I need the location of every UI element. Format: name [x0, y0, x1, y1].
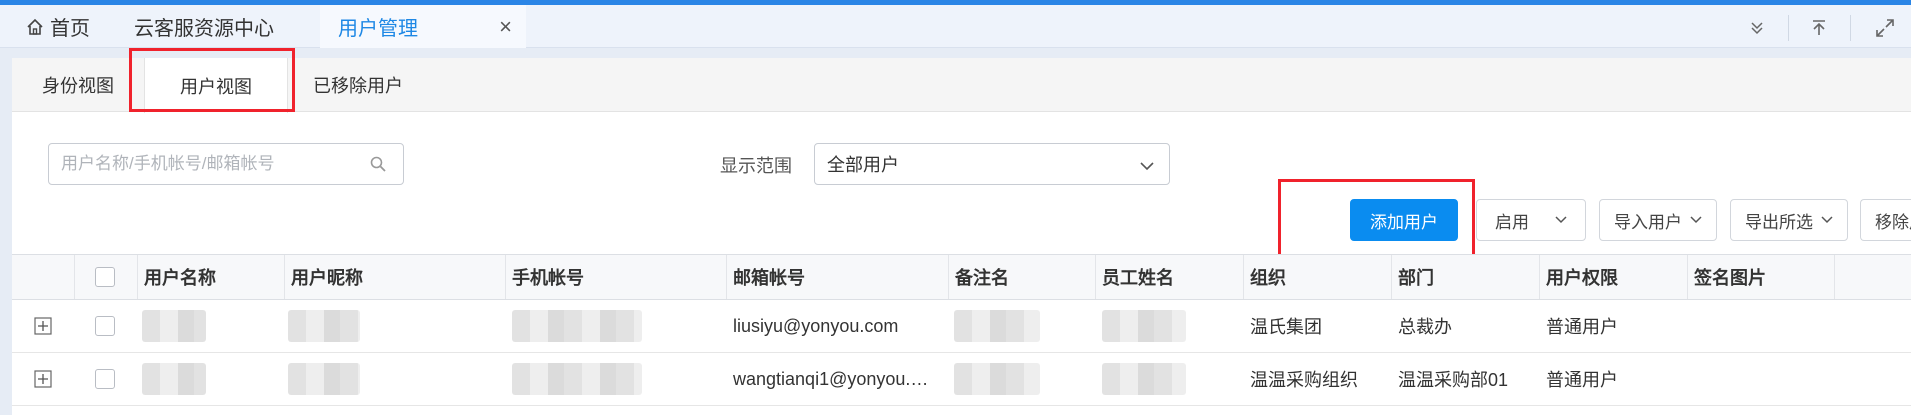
tab-user-view[interactable]: 用户视图 — [144, 58, 288, 113]
column-header-phone[interactable]: 手机帐号 — [506, 255, 727, 299]
redacted-phone — [512, 363, 642, 395]
expand-column-header — [12, 255, 75, 299]
select-all-checkbox[interactable] — [95, 267, 115, 287]
permission-cell: 普通用户 — [1546, 317, 1618, 337]
display-scope-label: 显示范围 — [720, 156, 792, 176]
chevron-down-icon — [1555, 216, 1567, 224]
chevron-double-down-icon[interactable] — [1744, 15, 1770, 41]
select-all-cell — [75, 255, 138, 299]
display-scope-select[interactable]: 全部用户 — [814, 143, 1170, 185]
content-panel: 身份视图 用户视图 已移除用户 显示范围 全部用户 添加用户 启用 导入用户 导… — [12, 48, 1911, 415]
organization-cell: 温氏集团 — [1250, 317, 1322, 337]
fullscreen-icon[interactable] — [1872, 15, 1898, 41]
column-header-organization[interactable]: 组织 — [1244, 255, 1392, 299]
row-checkbox-cell — [75, 353, 138, 405]
tab-home[interactable]: 首页 — [26, 5, 90, 48]
view-tabs: 身份视图 用户视图 已移除用户 — [12, 58, 1911, 113]
expand-cell — [12, 300, 75, 352]
row-checkbox[interactable] — [95, 369, 115, 389]
tab-user-management-label: 用户管理 — [338, 18, 418, 40]
import-users-label: 导入用户 — [1614, 212, 1682, 232]
redacted-nickname — [288, 310, 360, 342]
display-scope-value: 全部用户 — [827, 155, 899, 175]
column-header-remark[interactable]: 备注名 — [949, 255, 1096, 299]
email-cell: liusiyu@yonyou.com — [733, 315, 899, 336]
remove-users-label: 移除用户 — [1875, 212, 1911, 232]
email-cell: wangtianqi1@yonyou.… — [733, 368, 929, 389]
redacted-phone — [512, 310, 642, 342]
column-header-signature[interactable]: 签名图片 — [1688, 255, 1835, 299]
row-checkbox-cell — [75, 300, 138, 352]
home-icon — [27, 18, 43, 35]
search-box — [48, 143, 404, 185]
tab-resource-center-label: 云客服资源中心 — [134, 18, 274, 40]
enable-dropdown-button[interactable]: 启用 — [1476, 199, 1586, 241]
export-selected-label: 导出所选 — [1745, 212, 1813, 232]
chevron-down-icon — [1139, 157, 1155, 178]
enable-label: 启用 — [1495, 212, 1529, 232]
tab-removed-users[interactable]: 已移除用户 — [288, 58, 428, 112]
column-header-permission[interactable]: 用户权限 — [1540, 255, 1688, 299]
redacted-nickname — [288, 363, 360, 395]
table-row[interactable]: liusiyu@yonyou.com 温氏集团 总裁办 普通用户 — [12, 300, 1911, 353]
search-icon[interactable] — [369, 155, 387, 178]
import-users-dropdown-button[interactable]: 导入用户 — [1599, 199, 1717, 241]
redacted-username — [142, 363, 206, 395]
expand-cell — [12, 353, 75, 405]
redacted-employee-name — [1102, 310, 1186, 342]
column-header-employee-name[interactable]: 员工姓名 — [1096, 255, 1244, 299]
row-checkbox[interactable] — [95, 316, 115, 336]
upload-icon[interactable] — [1806, 15, 1832, 41]
organization-cell: 温温采购组织 — [1250, 370, 1358, 390]
search-input[interactable] — [61, 145, 361, 183]
toolbar-divider — [1788, 15, 1789, 41]
chevron-down-icon — [1821, 216, 1833, 224]
column-header-department[interactable]: 部门 — [1392, 255, 1540, 299]
expand-icon[interactable] — [34, 317, 52, 335]
redacted-remark — [954, 363, 1040, 395]
column-header-nickname[interactable]: 用户昵称 — [285, 255, 506, 299]
close-icon[interactable]: × — [499, 14, 512, 40]
tab-resource-center[interactable]: 云客服资源中心 — [134, 5, 274, 48]
export-selected-dropdown-button[interactable]: 导出所选 — [1730, 199, 1848, 241]
column-header-username[interactable]: 用户名称 — [138, 255, 285, 299]
table-row[interactable]: wangtianqi1@yonyou.… 温温采购组织 温温采购部01 普通用户 — [12, 353, 1911, 406]
column-header-email[interactable]: 邮箱帐号 — [727, 255, 949, 299]
table-header-row: 用户名称 用户昵称 手机帐号 邮箱帐号 备注名 员工姓名 组织 部门 用户权限 … — [12, 254, 1911, 300]
expand-icon[interactable] — [34, 370, 52, 388]
toolbar-divider — [1850, 15, 1851, 41]
redacted-employee-name — [1102, 363, 1186, 395]
add-user-button[interactable]: 添加用户 — [1350, 199, 1458, 241]
window-tab-bar: 首页 云客服资源中心 用户管理 × — [0, 5, 1911, 48]
tab-identity-view[interactable]: 身份视图 — [12, 58, 144, 112]
redacted-username — [142, 310, 206, 342]
permission-cell: 普通用户 — [1546, 370, 1618, 390]
chevron-down-icon — [1690, 216, 1702, 224]
redacted-remark — [954, 310, 1040, 342]
tab-home-label: 首页 — [50, 18, 90, 40]
remove-users-button[interactable]: 移除用户 — [1860, 199, 1911, 241]
department-cell: 温温采购部01 — [1398, 370, 1509, 390]
department-cell: 总裁办 — [1398, 317, 1452, 337]
tab-user-management[interactable]: 用户管理 × — [320, 5, 526, 48]
